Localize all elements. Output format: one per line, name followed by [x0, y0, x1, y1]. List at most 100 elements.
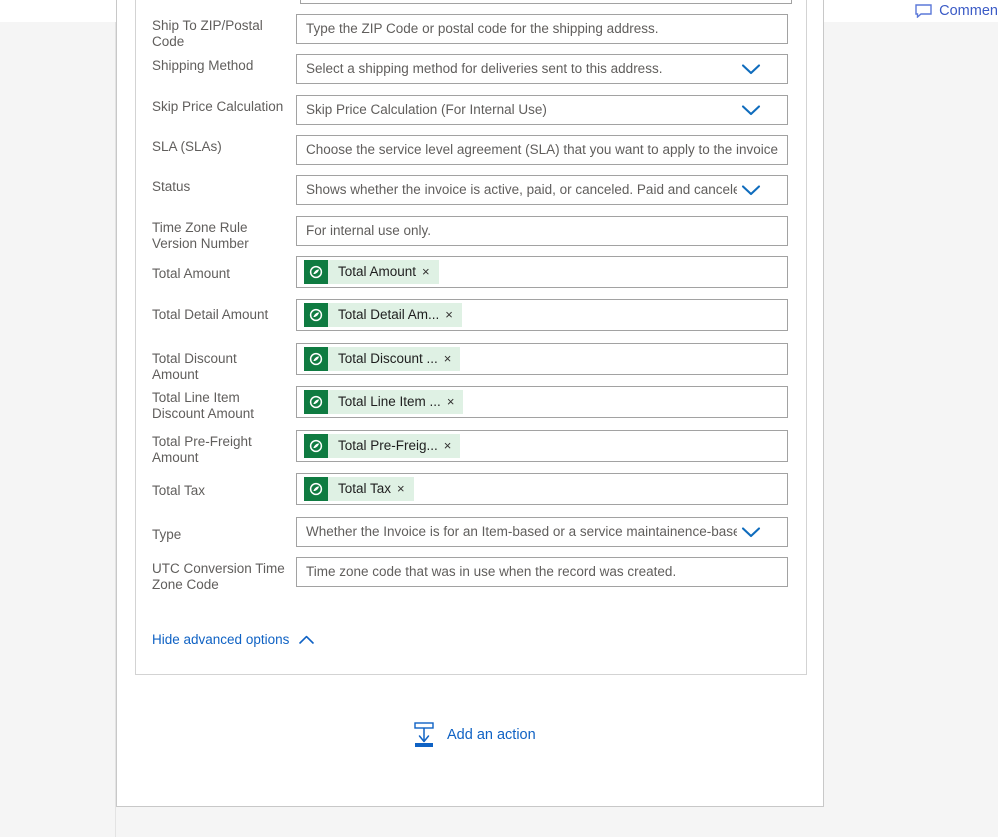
comment-button[interactable]: Comment: [915, 0, 998, 22]
field-input-total-pre-freight-amount[interactable]: Total Pre-Freig... ×: [296, 430, 788, 462]
speech-bubble-icon: [915, 4, 932, 18]
field-placeholder-sla-slas: Choose the service level agreement (SLA)…: [306, 142, 779, 157]
form-row-sla-slas: SLA (SLAs) Choose the service level agree…: [136, 135, 808, 165]
token-label: Total Amount: [338, 264, 417, 279]
token-total-pre-freight-amount[interactable]: Total Pre-Freig... ×: [304, 434, 461, 458]
invoice-form-card: Ship To ZIP/Postal Code Type the ZIP Code…: [135, 0, 807, 675]
page-canvas: Ship To ZIP/Postal Code Type the ZIP Code…: [0, 0, 998, 837]
field-control-total-amount: Total Amount ×: [296, 256, 788, 288]
field-label-type: Type: [152, 527, 182, 542]
token-total-tax[interactable]: Total Tax ×: [304, 477, 414, 501]
field-control-shipping-method: Select a shipping method for deliveries …: [296, 54, 788, 84]
field-control-sla-slas: Choose the service level agreement (SLA)…: [296, 135, 788, 165]
clipped-field-above[interactable]: [300, 0, 792, 4]
field-input-sla-slas[interactable]: Choose the service level agreement (SLA)…: [296, 135, 788, 165]
form-row-ship-to-zip-postal-code: Ship To ZIP/Postal Code Type the ZIP Code…: [136, 14, 808, 50]
token-label: Total Line Item ...: [338, 394, 441, 409]
field-label-skip-price-calculation: Skip Price Calculation: [152, 99, 284, 114]
token-total-amount[interactable]: Total Amount ×: [304, 260, 439, 284]
chevron-down-icon[interactable]: [737, 526, 765, 538]
dataverse-icon: [304, 303, 328, 327]
field-input-total-tax[interactable]: Total Tax ×: [296, 473, 788, 505]
field-placeholder-time-zone-rule-version-number: For internal use only.: [306, 223, 432, 238]
form-row-utc-conversion-time-zone-code: UTC Conversion Time Zone Code Time zone c…: [136, 557, 808, 593]
dataverse-icon: [304, 434, 328, 458]
field-input-utc-conversion-time-zone-code[interactable]: Time zone code that was in use when the …: [296, 557, 788, 587]
dataverse-icon: [304, 477, 328, 501]
field-label-total-discount-amount: Total Discount Amount: [152, 351, 237, 382]
token-total-discount-amount[interactable]: Total Discount ... ×: [304, 347, 461, 371]
field-input-type[interactable]: Whether the Invoice is for an Item-based…: [296, 517, 788, 547]
field-control-total-discount-amount: Total Discount ... ×: [296, 343, 788, 375]
field-placeholder-utc-conversion-time-zone-code: Time zone code that was in use when the …: [306, 564, 677, 579]
chevron-down-icon[interactable]: [737, 63, 765, 75]
token-remove-icon[interactable]: ×: [444, 347, 461, 371]
field-control-skip-price-calculation: Skip Price Calculation (For Internal Use…: [296, 95, 788, 125]
dataverse-icon: [304, 260, 328, 284]
field-label-utc-conversion-time-zone-code: UTC Conversion Time Zone Code: [152, 561, 285, 592]
form-row-total-tax: Total Tax Total Tax ×: [136, 473, 808, 505]
designer-panel: Ship To ZIP/Postal Code Type the ZIP Code…: [116, 0, 824, 807]
form-row-skip-price-calculation: Skip Price Calculation Skip Price Calcula…: [136, 95, 808, 125]
comment-label: Comment: [939, 3, 998, 19]
form-row-time-zone-rule-version-number: Time Zone Rule Version Number For interna…: [136, 216, 808, 252]
field-input-total-detail-amount[interactable]: Total Detail Am... ×: [296, 299, 788, 331]
form-row-status: Status Shows whether the invoice is activ…: [136, 175, 808, 205]
field-input-total-discount-amount[interactable]: Total Discount ... ×: [296, 343, 788, 375]
field-placeholder-shipping-method: Select a shipping method for deliveries …: [306, 61, 663, 76]
field-control-status: Shows whether the invoice is active, pai…: [296, 175, 788, 205]
dataverse-icon: [304, 347, 328, 371]
token-remove-icon[interactable]: ×: [447, 390, 464, 414]
field-input-total-amount[interactable]: Total Amount ×: [296, 256, 788, 288]
field-placeholder-ship-to-zip-postal-code: Type the ZIP Code or postal code for the…: [306, 21, 659, 36]
add-an-action-label: Add an action: [447, 727, 536, 743]
token-remove-icon[interactable]: ×: [422, 260, 439, 284]
field-placeholder-type: Whether the Invoice is for an Item-based…: [306, 524, 737, 539]
token-remove-icon[interactable]: ×: [445, 303, 462, 327]
field-control-total-line-item-discount-amount: Total Line Item ... ×: [296, 386, 788, 418]
token-remove-icon[interactable]: ×: [397, 477, 414, 501]
form-row-total-line-item-discount-amount: Total Line Item Discount Amount Total Lin…: [136, 386, 808, 422]
form-row-total-detail-amount: Total Detail Amount Total Detail Am... ×: [136, 299, 808, 331]
field-label-total-detail-amount: Total Detail Amount: [152, 307, 269, 322]
insert-action-icon: [413, 722, 435, 748]
hide-advanced-options-link[interactable]: Hide advanced options: [152, 632, 315, 647]
field-label-total-tax: Total Tax: [152, 483, 206, 498]
chevron-up-icon: [299, 635, 315, 644]
chevron-down-icon[interactable]: [737, 184, 765, 196]
token-total-line-item-discount-amount[interactable]: Total Line Item ... ×: [304, 390, 464, 414]
field-input-total-line-item-discount-amount[interactable]: Total Line Item ... ×: [296, 386, 788, 418]
field-control-utc-conversion-time-zone-code: Time zone code that was in use when the …: [296, 557, 788, 587]
field-label-status: Status: [152, 179, 191, 194]
form-row-total-amount: Total Amount Total Amount ×: [136, 256, 808, 288]
field-control-ship-to-zip-postal-code: Type the ZIP Code or postal code for the…: [296, 14, 788, 44]
chevron-down-icon[interactable]: [737, 104, 765, 116]
field-label-total-pre-freight-amount: Total Pre-Freight Amount: [152, 434, 252, 465]
dataverse-icon: [304, 390, 328, 414]
token-label: Total Discount ...: [338, 351, 438, 366]
hide-advanced-options-label: Hide advanced options: [152, 632, 290, 647]
field-control-total-tax: Total Tax ×: [296, 473, 788, 505]
field-input-status[interactable]: Shows whether the invoice is active, pai…: [296, 175, 788, 205]
field-label-shipping-method: Shipping Method: [152, 58, 254, 73]
token-label: Total Detail Am...: [338, 307, 440, 322]
field-label-total-amount: Total Amount: [152, 266, 231, 281]
field-input-shipping-method[interactable]: Select a shipping method for deliveries …: [296, 54, 788, 84]
field-control-time-zone-rule-version-number: For internal use only.: [296, 216, 788, 246]
field-label-ship-to-zip-postal-code: Ship To ZIP/Postal Code: [152, 18, 263, 49]
field-control-total-detail-amount: Total Detail Am... ×: [296, 299, 788, 331]
field-label-sla-slas: SLA (SLAs): [152, 139, 222, 154]
token-remove-icon[interactable]: ×: [444, 434, 461, 458]
add-an-action-button[interactable]: Add an action: [413, 722, 536, 748]
field-input-time-zone-rule-version-number[interactable]: For internal use only.: [296, 216, 788, 246]
token-label: Total Tax: [338, 481, 392, 496]
field-placeholder-skip-price-calculation: Skip Price Calculation (For Internal Use…: [306, 102, 547, 117]
field-input-skip-price-calculation[interactable]: Skip Price Calculation (For Internal Use…: [296, 95, 788, 125]
token-label: Total Pre-Freig...: [338, 438, 438, 453]
field-input-ship-to-zip-postal-code[interactable]: Type the ZIP Code or postal code for the…: [296, 14, 788, 44]
token-total-detail-amount[interactable]: Total Detail Am... ×: [304, 303, 462, 327]
field-control-type: Whether the Invoice is for an Item-based…: [296, 517, 788, 547]
form-row-type: Type Whether the Invoice is for an Item-b…: [136, 517, 808, 547]
form-row-total-discount-amount: Total Discount Amount Total Discount ... ×: [136, 343, 808, 383]
field-placeholder-status: Shows whether the invoice is active, pai…: [306, 182, 737, 197]
